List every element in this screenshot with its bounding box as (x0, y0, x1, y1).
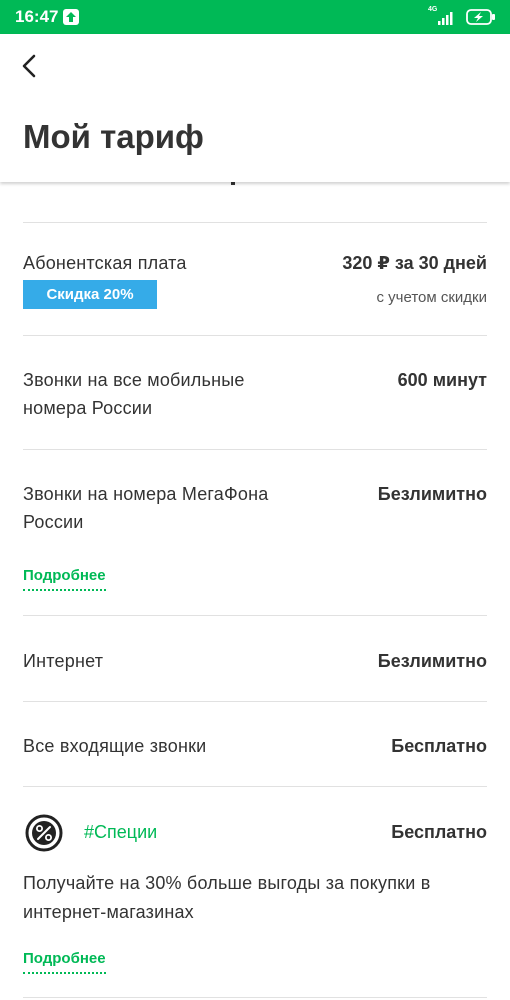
special-offer-value: Бесплатно (391, 822, 487, 842)
app-header: Мой тариф (0, 34, 510, 182)
scroll-remnant-dot (231, 182, 235, 185)
divider (23, 786, 487, 787)
fee-note: с учетом скидки (376, 289, 488, 306)
divider (23, 997, 487, 998)
status-bar: 16:47 4G (0, 0, 510, 34)
network-type: 4G (428, 6, 438, 13)
page-title: Мой тариф (23, 118, 204, 155)
back-button[interactable] (14, 50, 46, 82)
fee-label: Абонентская плата (23, 253, 187, 273)
signal-icon: 4G (428, 6, 458, 26)
calls-megafon-value: Безлимитно (377, 484, 487, 504)
fee-value: 320 ₽ за 30 дней (342, 253, 487, 273)
upload-icon (63, 9, 79, 25)
internet-label: Интернет (23, 651, 104, 671)
percent-badge-icon (25, 814, 63, 852)
calls-megafon-more-link[interactable]: Подробнее (23, 567, 106, 591)
status-time: 16:47 (15, 7, 59, 26)
special-offer-description: Получайте на 30% больше выгоды за покупк… (23, 873, 431, 922)
special-offer-title[interactable]: #Специи (84, 818, 157, 846)
incoming-calls-label: Все входящие звонки (23, 736, 207, 756)
internet-value: Безлимитно (377, 651, 487, 671)
calls-mobile-label: Звонки на все мобильные номера России (23, 370, 245, 418)
battery-charging-icon (466, 9, 496, 25)
chevron-left-icon (22, 54, 36, 78)
divider (23, 335, 487, 336)
special-offer-more-link[interactable]: Подробнее (23, 950, 106, 974)
divider (23, 449, 487, 450)
incoming-calls-value: Бесплатно (391, 736, 487, 756)
tariff-details[interactable]: Абонентская плата 320 ₽ за 30 дней Скидк… (0, 182, 510, 1000)
calls-mobile-value: 600 минут (397, 370, 487, 390)
calls-megafon-label: Звонки на номера МегаФона России (23, 484, 269, 532)
discount-badge: Скидка 20% (23, 280, 157, 309)
divider (23, 615, 487, 616)
divider (23, 701, 487, 702)
divider (23, 222, 487, 223)
